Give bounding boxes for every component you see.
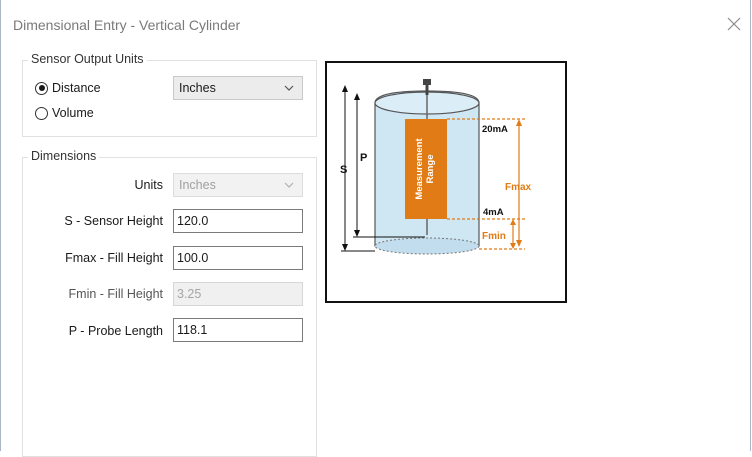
probe-length-input[interactable]: 118.1 bbox=[173, 318, 303, 342]
p-arrow-top bbox=[354, 93, 360, 100]
fill-height-label: Fmax - Fill Height bbox=[65, 251, 163, 265]
fmin-arrow-top bbox=[510, 219, 516, 225]
fmin-label: Fmin bbox=[482, 231, 506, 242]
sensor-head bbox=[423, 79, 431, 85]
measurement-range-line2: Range bbox=[425, 154, 436, 183]
radio-volume[interactable]: Volume bbox=[35, 106, 94, 120]
window-title: Dimensional Entry - Vertical Cylinder bbox=[13, 17, 241, 33]
s-arrow-top bbox=[342, 85, 348, 92]
units-label: Units bbox=[134, 178, 163, 192]
dimension-units-select[interactable]: Inches bbox=[173, 173, 303, 197]
dialog-window: Dimensional Entry - Vertical Cylinder Se… bbox=[0, 0, 751, 457]
sensor-stem bbox=[425, 85, 429, 95]
fmax-arrow-top bbox=[516, 119, 522, 126]
fmin-arrow-bottom bbox=[510, 243, 516, 249]
radio-volume-indicator bbox=[35, 106, 48, 120]
close-icon bbox=[727, 17, 741, 31]
measurement-range-line1: Measurement bbox=[414, 138, 425, 200]
p-label: P bbox=[360, 152, 367, 164]
chevron-down-icon bbox=[284, 85, 294, 91]
probe-length-label: P - Probe Length bbox=[68, 324, 163, 338]
s-arrow-bottom bbox=[342, 244, 348, 251]
s-label: S bbox=[340, 164, 347, 176]
sensor-height-label: S - Sensor Height bbox=[64, 214, 163, 228]
dimensions-legend: Dimensions bbox=[28, 149, 100, 163]
sensor-output-legend: Sensor Output Units bbox=[28, 52, 147, 66]
fmax-arrow-bottom bbox=[516, 240, 522, 247]
cylinder-diagram-svg: Measurement Range S P 20mA 4mA Fmax Fmin bbox=[340, 79, 532, 255]
sensor-height-input[interactable]: 120.0 bbox=[173, 209, 303, 233]
chevron-down-icon bbox=[284, 182, 294, 188]
radio-distance-indicator bbox=[35, 81, 48, 95]
radio-volume-label: Volume bbox=[52, 106, 94, 120]
bottom-current-label: 4mA bbox=[483, 207, 504, 218]
dimension-units-value: Inches bbox=[179, 178, 216, 192]
radio-distance-label: Distance bbox=[52, 81, 101, 95]
sensor-units-value: Inches bbox=[179, 81, 216, 95]
tank-bottom-ellipse bbox=[374, 237, 480, 255]
fmin-height-label: Fmin - Fill Height bbox=[68, 287, 163, 301]
close-button[interactable] bbox=[724, 14, 744, 34]
sensor-units-select[interactable]: Inches bbox=[173, 76, 303, 100]
fmax-label: Fmax bbox=[505, 182, 532, 193]
fill-height-input[interactable]: 100.0 bbox=[173, 246, 303, 270]
top-current-label: 20mA bbox=[482, 124, 508, 135]
radio-distance[interactable]: Distance bbox=[35, 81, 101, 95]
p-arrow-bottom bbox=[354, 230, 360, 237]
title-bar: Dimensional Entry - Vertical Cylinder bbox=[1, 0, 750, 42]
dimensions-group bbox=[22, 157, 317, 457]
fmin-height-input[interactable]: 3.25 bbox=[173, 282, 303, 306]
cylinder-diagram: Measurement Range S P 20mA 4mA Fmax Fmin bbox=[325, 61, 567, 303]
